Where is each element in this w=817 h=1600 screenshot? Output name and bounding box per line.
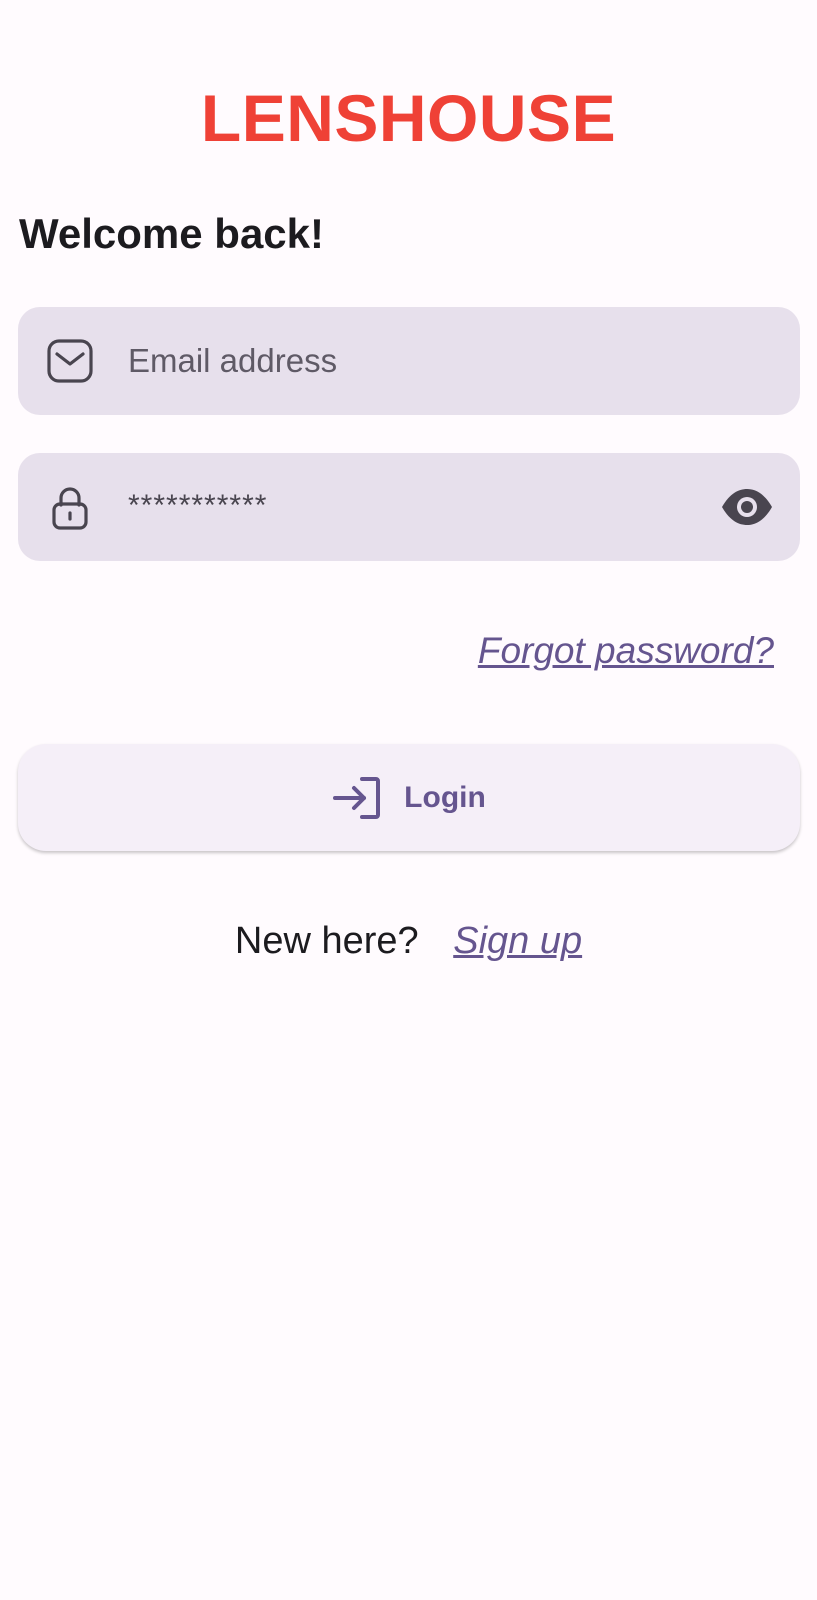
password-field[interactable]: *********** (18, 453, 800, 561)
signup-row: New here? Sign up (0, 920, 817, 963)
login-arrow-icon (333, 776, 381, 819)
brand-title: LENSHOUSE (200, 81, 617, 155)
login-button-label: Login (404, 780, 486, 814)
signup-link[interactable]: Sign up (453, 920, 582, 962)
eye-icon[interactable] (720, 483, 774, 531)
password-input[interactable]: *********** (128, 489, 267, 523)
email-input[interactable] (128, 307, 688, 415)
login-screen: LENSHOUSE Welcome back! *********** Forg… (0, 0, 817, 1600)
welcome-heading: Welcome back! (19, 210, 325, 257)
lock-icon (52, 487, 88, 530)
login-button[interactable]: Login (18, 744, 800, 851)
forgot-password-link[interactable]: Forgot password? (478, 630, 774, 672)
email-field[interactable] (18, 307, 800, 415)
signup-prompt: New here? (234, 920, 419, 962)
mail-icon (47, 339, 93, 383)
